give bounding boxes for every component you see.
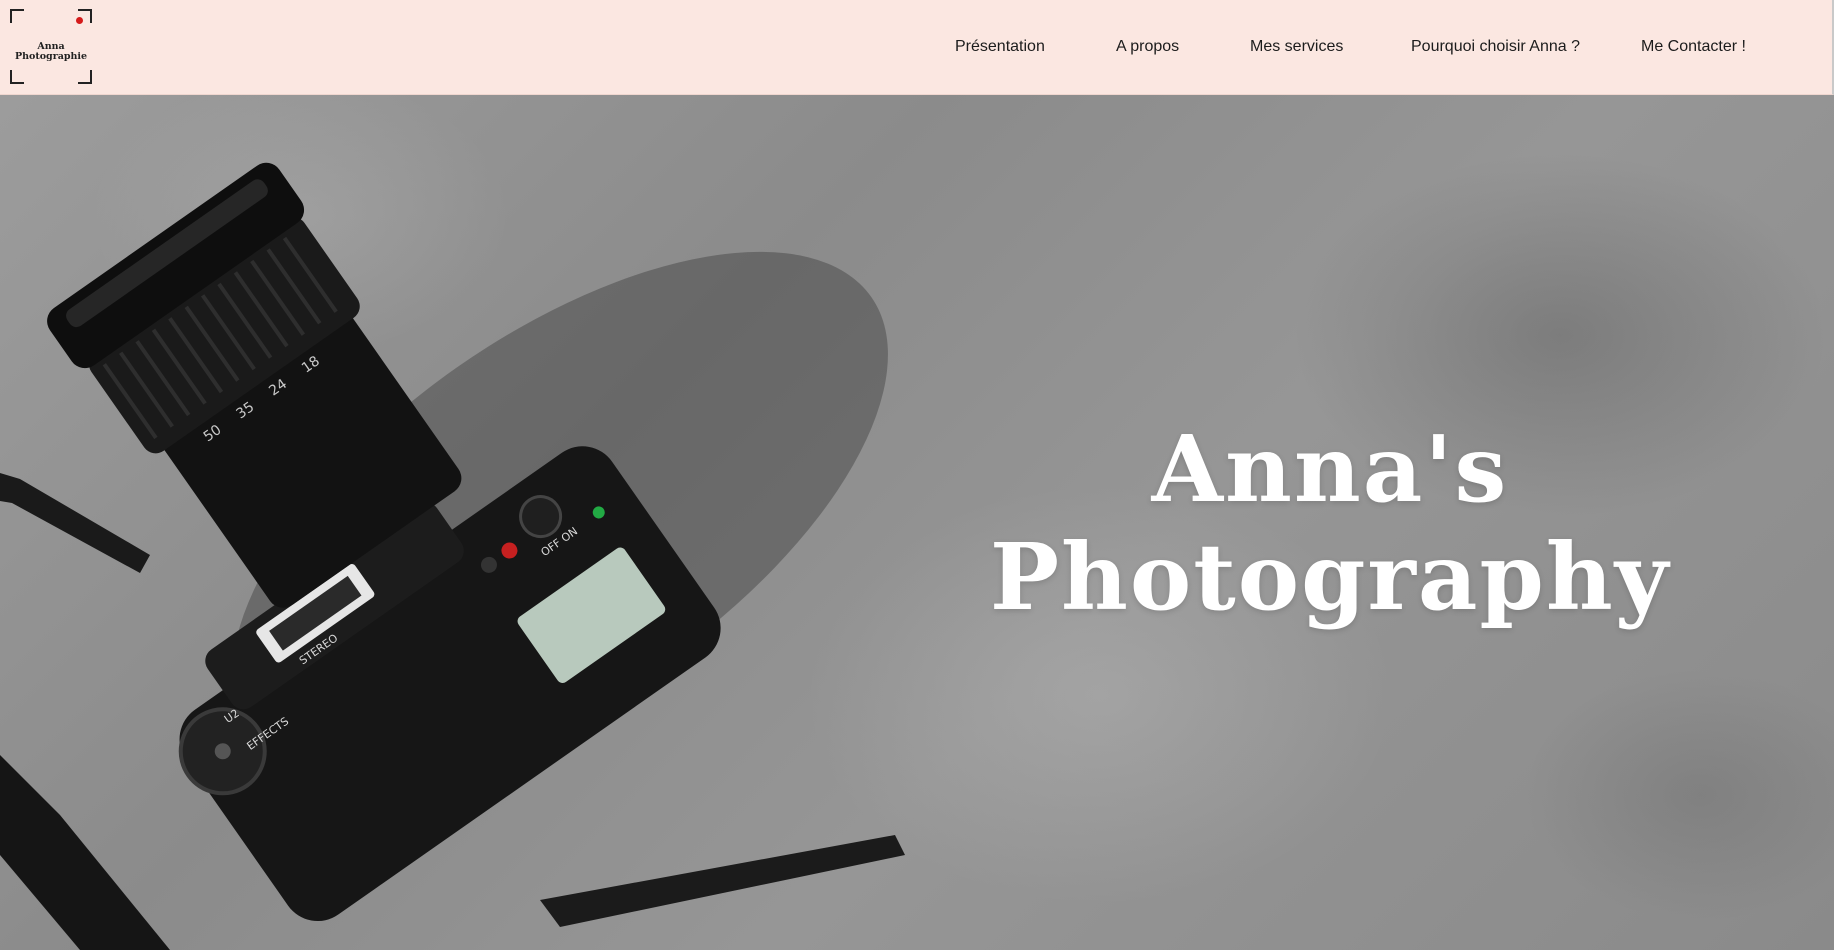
camera-strap-band [0, 755, 170, 950]
hero-title-line-2: Photography [989, 523, 1671, 631]
camera-strap [540, 835, 905, 927]
nav-link-about[interactable]: A propos [1116, 38, 1179, 56]
camera-strap [0, 473, 150, 573]
nav-link-contact[interactable]: Me Contacter ! [1641, 38, 1746, 56]
main-nav: Présentation A propos Mes services Pourq… [0, 0, 1832, 95]
site-header: Anna Photographie Présentation A propos … [0, 0, 1834, 95]
nav-link-services[interactable]: Mes services [1250, 38, 1343, 56]
nav-link-why-anna[interactable]: Pourquoi choisir Anna ? [1411, 38, 1580, 56]
hero-section: 50 35 24 18 U2 EFFECTS STEREO OFF ON Ann… [0, 95, 1834, 950]
hero-title: Anna's Photography [980, 415, 1680, 631]
hero-title-line-1: Anna's [1151, 415, 1509, 523]
nav-link-presentation[interactable]: Présentation [955, 38, 1045, 56]
